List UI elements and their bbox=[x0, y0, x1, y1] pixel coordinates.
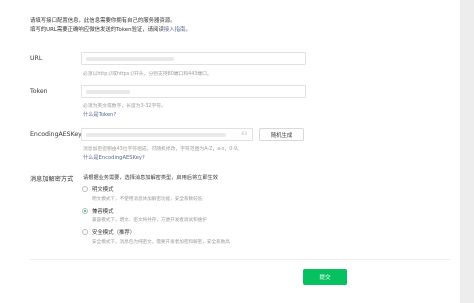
radio-option-label: 兼容模式 bbox=[92, 209, 114, 215]
token-help-link[interactable]: 什么是Token? bbox=[83, 111, 116, 118]
aeskey-char-counter: 43 bbox=[241, 132, 247, 137]
divider bbox=[30, 259, 450, 260]
url-redacted-value bbox=[86, 57, 174, 61]
url-input[interactable] bbox=[81, 52, 306, 65]
radio-option-compatible[interactable]: 兼容模式 bbox=[82, 207, 114, 215]
aeskey-hint: 消息加密密钥由43位字符组成，可随机修改，字符范围为A-Z，a-z，0-9。 bbox=[83, 147, 242, 152]
aeskey-help-link[interactable]: 什么是EncodingAESKey? bbox=[83, 154, 145, 161]
encryption-intro: 请根据业务需要，选择消息加解密类型，启用后将立即生效 bbox=[83, 175, 218, 181]
intro-line-2-suffix: 。 bbox=[185, 27, 191, 33]
encryption-label: 消息加解密方式 bbox=[30, 176, 74, 183]
aeskey-input[interactable]: 43 bbox=[81, 128, 253, 141]
token-hint: 必须为英文或数字，长度为3-32字符。 bbox=[83, 104, 166, 109]
aeskey-redacted-value bbox=[86, 133, 226, 137]
radio-option-label: 安全模式（推荐） bbox=[92, 230, 136, 236]
token-label: Token bbox=[30, 88, 48, 95]
intro-line-1: 请填写接口配置信息，此信息需要你拥有自己的服务器资源。 bbox=[30, 18, 176, 24]
token-input[interactable] bbox=[81, 85, 306, 98]
radio-button-checked[interactable] bbox=[82, 208, 88, 214]
config-panel: 请填写接口配置信息，此信息需要你拥有自己的服务器资源。 填写的URL需要正确响应… bbox=[0, 0, 460, 303]
radio-option-desc: 安全模式下，消息包为纯密文，需要开发者加密和解密，安全系数高 bbox=[92, 240, 230, 245]
url-label: URL bbox=[30, 55, 43, 62]
radio-option-label: 明文模式 bbox=[92, 187, 114, 193]
intro-line-2-prefix: 填写的URL需要正确响应微信发送的Token验证，请阅读 bbox=[30, 27, 164, 33]
page-background-strip bbox=[460, 0, 474, 303]
radio-option-plain[interactable]: 明文模式 bbox=[82, 185, 114, 193]
radio-button[interactable] bbox=[82, 229, 88, 235]
url-hint: 必须以http://或https://开头，分别支持80端口和443端口。 bbox=[83, 72, 212, 77]
radio-option-secure[interactable]: 安全模式（推荐） bbox=[82, 228, 135, 236]
intro-text: 请填写接口配置信息，此信息需要你拥有自己的服务器资源。 填写的URL需要正确响应… bbox=[30, 17, 191, 35]
intro-line-2: 填写的URL需要正确响应微信发送的Token验证，请阅读接入指南。 bbox=[30, 26, 191, 35]
random-generate-button[interactable]: 随机生成 bbox=[259, 128, 304, 141]
token-redacted-value bbox=[86, 90, 130, 94]
submit-button[interactable]: 提交 bbox=[303, 269, 347, 285]
access-guide-link[interactable]: 接入指南 bbox=[164, 27, 186, 33]
aeskey-label: EncodingAESKey bbox=[30, 131, 82, 138]
radio-button[interactable] bbox=[82, 186, 88, 192]
radio-option-desc: 明文模式下，不使用消息体加解密功能，安全系数较低 bbox=[92, 197, 203, 202]
radio-option-desc: 兼容模式下，明文、密文将共存，方便开发者调试和维护 bbox=[92, 218, 207, 223]
